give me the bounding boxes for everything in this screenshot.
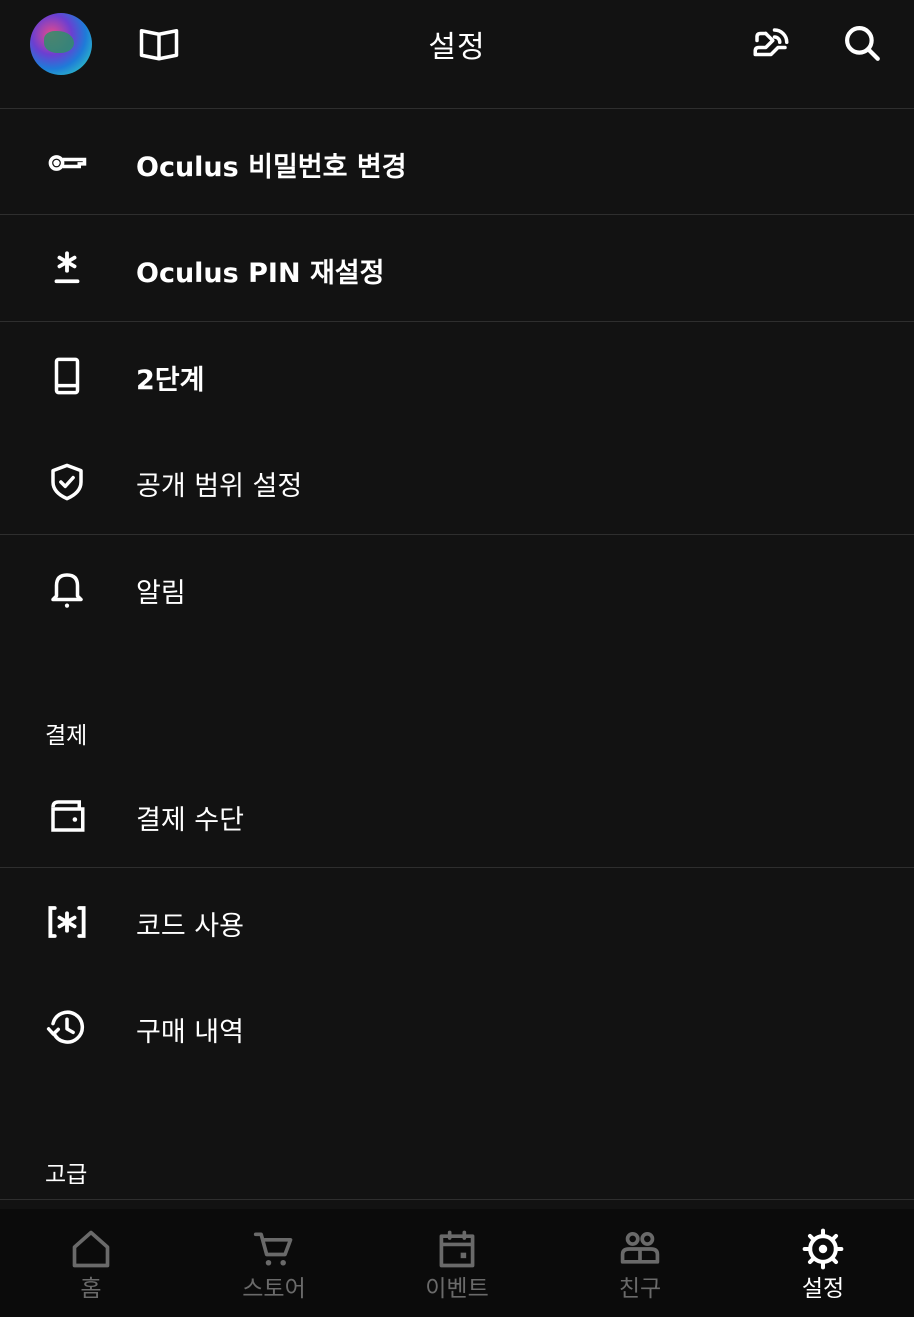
- tab-store[interactable]: 스토어: [183, 1209, 365, 1317]
- change-password-label: Oculus 비밀번호 변경: [136, 152, 407, 183]
- cast-icon[interactable]: [749, 22, 793, 66]
- bottom-tab-bar: 홈 스토어 이벤트 친구 설정: [0, 1209, 914, 1317]
- tab-label: 설정: [801, 1276, 845, 1302]
- tab-home[interactable]: 홈: [0, 1209, 182, 1317]
- purchase-history-label: 구매 내역: [136, 1017, 244, 1048]
- gear-icon: [732, 1227, 914, 1271]
- two-step-label: 2단계: [136, 365, 205, 396]
- history-icon: [44, 1005, 90, 1051]
- phone-icon: [44, 353, 90, 399]
- notifications-label: 알림: [136, 578, 186, 609]
- section-header-advanced: 고급: [45, 1162, 88, 1188]
- tab-events[interactable]: 이벤트: [366, 1209, 548, 1317]
- divider: [0, 1199, 914, 1200]
- tab-label: 친구: [618, 1276, 662, 1302]
- tab-label: 스토어: [242, 1276, 306, 1302]
- privacy-settings-row[interactable]: 공개 범위 설정: [0, 428, 914, 534]
- friends-icon: [549, 1227, 731, 1271]
- calendar-icon: [366, 1227, 548, 1271]
- payment-methods-row[interactable]: 결제 수단: [0, 762, 914, 868]
- bell-icon: [44, 566, 90, 612]
- shield-check-icon: [44, 459, 90, 505]
- notifications-row[interactable]: 알림: [0, 535, 914, 641]
- purchase-history-row[interactable]: 구매 내역: [0, 974, 914, 1080]
- bracket-asterisk-icon: [44, 899, 90, 945]
- payment-methods-label: 결제 수단: [136, 805, 244, 836]
- cart-icon: [183, 1227, 365, 1271]
- asterisk-icon: [44, 246, 90, 292]
- change-password-row[interactable]: Oculus 비밀번호 변경: [0, 109, 914, 215]
- wallet-icon: [44, 793, 90, 839]
- top-bar: 설정: [0, 0, 914, 108]
- section-header-payment: 결제: [45, 723, 88, 749]
- reset-pin-label: Oculus PIN 재설정: [136, 258, 385, 289]
- privacy-settings-label: 공개 범위 설정: [136, 471, 303, 502]
- tab-label: 이벤트: [425, 1276, 489, 1302]
- redeem-code-row[interactable]: 코드 사용: [0, 868, 914, 974]
- redeem-code-label: 코드 사용: [136, 911, 244, 942]
- tab-settings[interactable]: 설정: [732, 1209, 914, 1317]
- two-step-row[interactable]: 2단계: [0, 322, 914, 428]
- key-icon: [44, 140, 90, 186]
- search-icon[interactable]: [840, 21, 884, 65]
- tab-friends[interactable]: 친구: [549, 1209, 731, 1317]
- reset-pin-row[interactable]: Oculus PIN 재설정: [0, 215, 914, 321]
- tab-label: 홈: [80, 1276, 102, 1302]
- home-icon: [0, 1227, 182, 1271]
